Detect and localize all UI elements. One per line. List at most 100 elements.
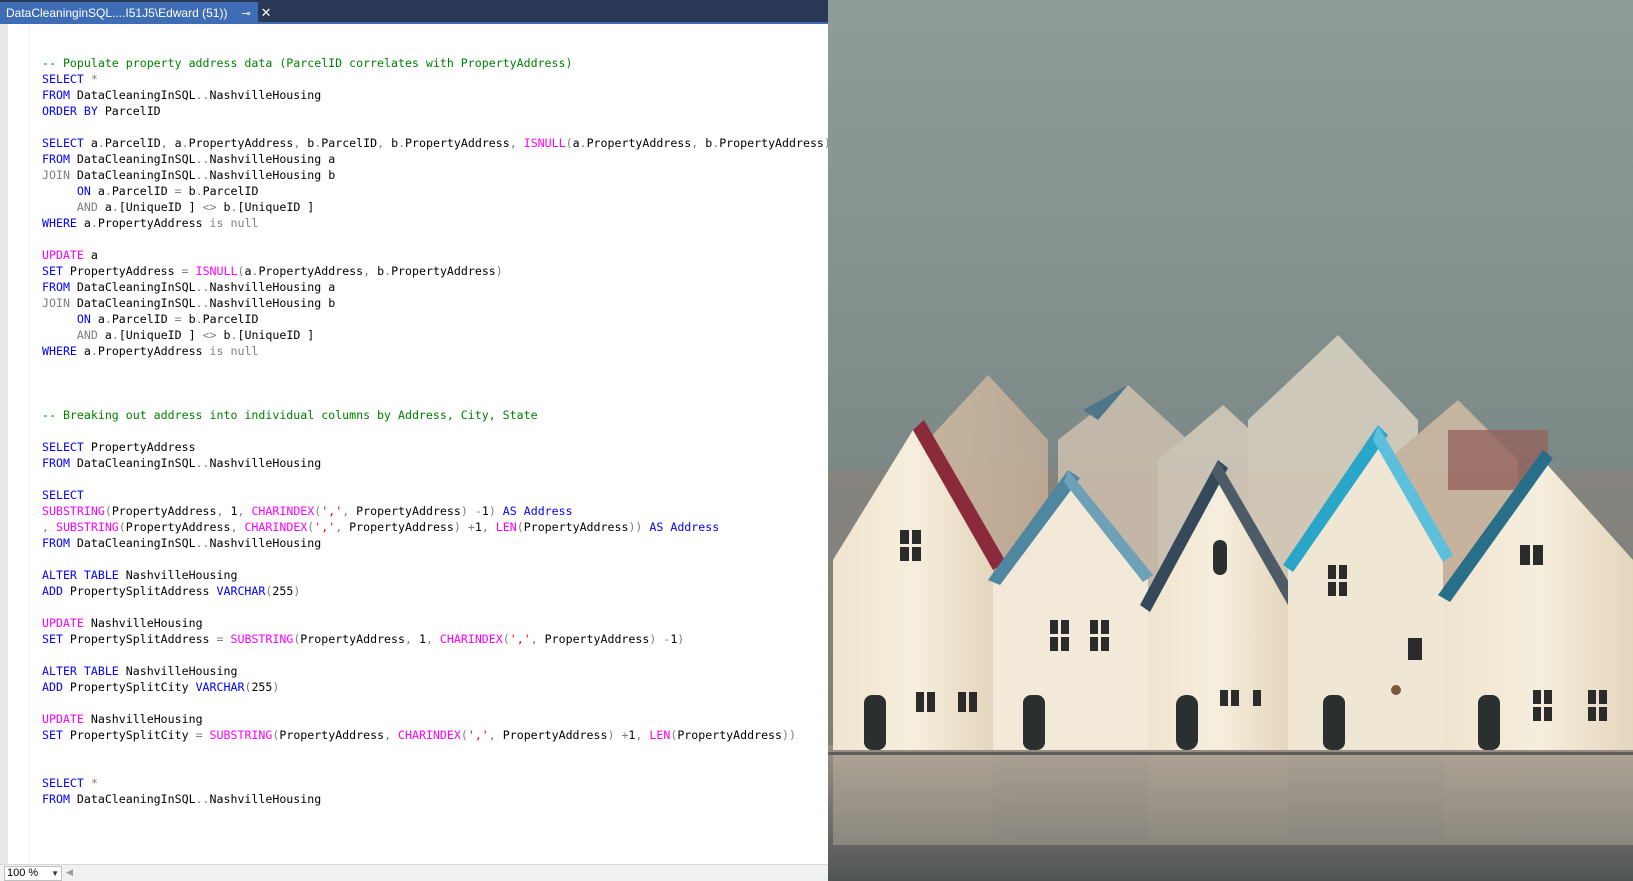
scroll-left-arrow-icon[interactable]: ◀	[66, 867, 73, 878]
code-line[interactable]: SELECT *	[42, 71, 828, 87]
code-line[interactable]	[42, 471, 828, 487]
selection-margin[interactable]	[8, 24, 30, 864]
code-line[interactable]	[42, 391, 828, 407]
code-line[interactable]: AND a.[UniqueID ] <> b.[UniqueID ]	[42, 199, 828, 215]
code-token: SET	[42, 728, 63, 742]
code-line[interactable]: FROM DataCleaningInSQL..NashvilleHousing	[42, 791, 828, 807]
code-token: [UniqueID ]	[237, 328, 315, 342]
query-document-tab[interactable]: DataCleaninginSQL....I51J5\Edward (51)) …	[0, 2, 272, 24]
code-line[interactable]	[42, 551, 828, 567]
code-line[interactable]: JOIN DataCleaningInSQL..NashvilleHousing…	[42, 295, 828, 311]
code-line[interactable]: SELECT	[42, 487, 828, 503]
code-line[interactable]: ALTER TABLE NashvilleHousing	[42, 567, 828, 583]
code-line[interactable]	[42, 423, 828, 439]
code-line[interactable]: FROM DataCleaningInSQL..NashvilleHousing	[42, 455, 828, 471]
code-token: ParcelID	[202, 312, 259, 326]
code-line[interactable]	[42, 39, 828, 55]
code-token: -- Populate property address data (Parce…	[42, 56, 573, 70]
code-line[interactable]: SET PropertySplitAddress = SUBSTRING (Pro…	[42, 631, 828, 647]
document-tab-strip: DataCleaninginSQL....I51J5\Edward (51)) …	[0, 0, 828, 24]
code-editor-text[interactable]: -- Populate property address data (Parce…	[42, 39, 828, 864]
code-line[interactable]: ADD PropertySplitAddress VARCHAR(255)	[42, 583, 828, 599]
code-token: -- Breaking out address into individual …	[42, 408, 538, 422]
code-token: .	[104, 312, 112, 326]
code-line[interactable]: ON a.ParcelID = b.ParcelID	[42, 311, 828, 327]
code-token: ,	[216, 504, 224, 518]
code-line[interactable]: ON a.ParcelID = b.ParcelID	[42, 183, 828, 199]
code-token: ..	[195, 168, 210, 182]
code-token: b	[300, 136, 315, 150]
code-token: VARCHAR	[195, 680, 245, 694]
zoom-level-dropdown[interactable]: 100 % ▼	[4, 866, 62, 881]
code-line[interactable]: SUBSTRING(PropertyAddress, 1, CHARINDEX(…	[42, 503, 828, 519]
code-line[interactable]: SET PropertySplitCity = SUBSTRING (Proper…	[42, 727, 828, 743]
code-line[interactable]: ORDER BY ParcelID	[42, 103, 828, 119]
code-line[interactable]: UPDATE a	[42, 247, 828, 263]
code-line[interactable]: FROM DataCleaningInSQL..NashvilleHousing…	[42, 151, 828, 167]
code-token: (	[516, 520, 524, 534]
code-line[interactable]	[42, 759, 828, 775]
code-line[interactable]: WHERE a.PropertyAddress is null	[42, 215, 828, 231]
code-token: PropertyAddress	[125, 520, 231, 534]
close-icon[interactable]: ✕	[261, 5, 272, 21]
code-line[interactable]: SET PropertyAddress = ISNULL(a.PropertyA…	[42, 263, 828, 279]
code-line[interactable]	[42, 839, 828, 855]
code-line[interactable]	[42, 695, 828, 711]
code-token: a	[97, 200, 112, 214]
code-line[interactable]: SELECT a.ParcelID, a.PropertyAddress, b.…	[42, 135, 828, 151]
code-line[interactable]	[42, 807, 828, 823]
code-line[interactable]: FROM DataCleaningInSQL..NashvilleHousing	[42, 87, 828, 103]
code-line[interactable]	[42, 359, 828, 375]
houses-illustration	[828, 0, 1633, 881]
code-token: ))	[782, 728, 796, 742]
code-token: SUBSTRING	[230, 632, 294, 646]
code-token: is null	[209, 344, 259, 358]
code-line[interactable]	[42, 823, 828, 839]
code-token: [UniqueID ]	[118, 328, 203, 342]
chevron-down-icon[interactable]: ▼	[51, 867, 59, 880]
code-line[interactable]: AND a.[UniqueID ] <> b.[UniqueID ]	[42, 327, 828, 343]
code-line[interactable]: ADD PropertySplitCity VARCHAR(255)	[42, 679, 828, 695]
code-line[interactable]	[42, 599, 828, 615]
code-line[interactable]: JOIN DataCleaningInSQL..NashvilleHousing…	[42, 167, 828, 183]
wooden-houses-photo	[828, 0, 1633, 881]
code-token: a	[76, 216, 91, 230]
code-token: <>	[202, 200, 217, 214]
code-line[interactable]	[42, 743, 828, 759]
code-token: ','	[321, 504, 343, 518]
code-token: (	[104, 504, 112, 518]
code-line[interactable]	[42, 375, 828, 391]
code-token: NashvilleHousing a	[209, 152, 336, 166]
code-line[interactable]: -- Populate property address data (Parce…	[42, 55, 828, 71]
pin-icon[interactable]: ⊸	[241, 7, 250, 20]
code-token: )	[453, 520, 461, 534]
code-line[interactable]	[42, 119, 828, 135]
code-token: =	[181, 264, 189, 278]
code-line[interactable]: , SUBSTRING(PropertyAddress, CHARINDEX('…	[42, 519, 828, 535]
code-token: b	[181, 312, 196, 326]
code-line[interactable]	[42, 647, 828, 663]
code-token: SELECT	[42, 440, 84, 454]
code-line[interactable]: FROM DataCleaningInSQL..NashvilleHousing	[42, 535, 828, 551]
code-line[interactable]: ALTER TABLE NashvilleHousing	[42, 663, 828, 679]
code-line[interactable]: -- Breaking out address into individual …	[42, 407, 828, 423]
code-line[interactable]: FROM DataCleaningInSQL..NashvilleHousing…	[42, 279, 828, 295]
code-line[interactable]	[42, 855, 828, 864]
code-token: WHERE	[42, 344, 77, 358]
code-token: PropertyAddress	[523, 520, 629, 534]
code-line[interactable]	[42, 231, 828, 247]
code-line[interactable]: SELECT PropertyAddress	[42, 439, 828, 455]
code-token: SET	[42, 264, 63, 278]
code-line[interactable]: SELECT *	[42, 775, 828, 791]
code-line[interactable]: WHERE a.PropertyAddress is null	[42, 343, 828, 359]
code-line[interactable]: UPDATE NashvilleHousing	[42, 711, 828, 727]
code-token: ADD	[42, 680, 63, 694]
code-line[interactable]: UPDATE NashvilleHousing	[42, 615, 828, 631]
code-token: =	[195, 728, 203, 742]
code-token: 1	[474, 520, 482, 534]
